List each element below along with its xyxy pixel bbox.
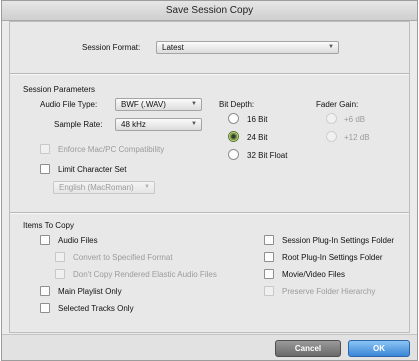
movie-video-files-label: Movie/Video Files — [282, 270, 345, 279]
bit-depth-32-label: 32 Bit Float — [247, 151, 288, 160]
main-playlist-only-checkbox[interactable] — [40, 286, 50, 296]
fader-gain-12db-radio[interactable] — [326, 131, 337, 142]
ok-button[interactable]: OK — [348, 340, 410, 357]
session-format-value: Latest — [162, 43, 184, 52]
session-parameters-heading: Session Parameters — [23, 85, 96, 94]
session-plugin-settings-label: Session Plug-In Settings Folder — [282, 236, 395, 245]
preserve-folder-hierarchy-label: Preserve Folder Hierarchy — [282, 287, 376, 296]
fader-gain-6db-label: +6 dB — [344, 115, 366, 124]
bit-depth-32-radio[interactable] — [228, 149, 239, 160]
preserve-folder-hierarchy-checkbox[interactable] — [264, 286, 274, 296]
dialog-footer: Cancel OK — [2, 334, 417, 360]
main-playlist-only-label: Main Playlist Only — [58, 287, 122, 296]
root-plugin-settings-label: Root Plug-In Settings Folder — [282, 253, 383, 262]
cancel-button[interactable]: Cancel — [275, 340, 341, 357]
fader-gain-label: Fader Gain: — [316, 100, 359, 109]
session-format-dropdown[interactable]: Latest ▼ — [156, 41, 339, 54]
limit-character-set-checkbox[interactable] — [40, 164, 50, 174]
limit-character-set-label: Limit Character Set — [58, 165, 127, 174]
sample-rate-value: 48 kHz — [121, 120, 146, 129]
enforce-mac-pc-checkbox[interactable] — [40, 144, 50, 154]
save-session-copy-dialog: Save Session Copy Session Format: Latest… — [1, 0, 418, 361]
dont-copy-elastic-label: Don't Copy Rendered Elastic Audio Files — [73, 270, 217, 279]
sample-rate-label: Sample Rate: — [54, 120, 103, 129]
chevron-down-icon: ▼ — [328, 44, 334, 50]
character-set-value: English (MacRoman) — [59, 183, 134, 192]
divider — [10, 73, 409, 75]
session-plugin-settings-checkbox[interactable] — [264, 235, 274, 245]
chevron-down-icon: ▼ — [144, 184, 150, 190]
audio-file-type-value: BWF (.WAV) — [121, 100, 166, 109]
audio-files-checkbox[interactable] — [40, 235, 50, 245]
bit-depth-16-radio[interactable] — [228, 113, 239, 124]
convert-format-checkbox[interactable] — [55, 252, 65, 262]
dialog-title: Save Session Copy — [2, 1, 417, 21]
dialog-content: Session Format: Latest ▼ Session Paramet… — [9, 21, 410, 333]
root-plugin-settings-checkbox[interactable] — [264, 252, 274, 262]
fader-gain-6db-radio[interactable] — [326, 113, 337, 124]
bit-depth-label: Bit Depth: — [219, 100, 255, 109]
selected-tracks-only-checkbox[interactable] — [40, 303, 50, 313]
chevron-down-icon: ▼ — [191, 101, 197, 107]
session-format-label: Session Format: — [82, 43, 141, 52]
bit-depth-24-radio[interactable] — [228, 131, 239, 142]
sample-rate-dropdown[interactable]: 48 kHz ▼ — [115, 118, 202, 131]
character-set-dropdown[interactable]: English (MacRoman) ▼ — [53, 181, 155, 194]
audio-file-type-label: Audio File Type: — [40, 100, 98, 109]
items-to-copy-heading: Items To Copy — [23, 221, 74, 230]
dont-copy-elastic-checkbox[interactable] — [55, 269, 65, 279]
convert-format-label: Convert to Specified Format — [73, 253, 173, 262]
selected-tracks-only-label: Selected Tracks Only — [58, 304, 134, 313]
fader-gain-12db-label: +12 dB — [344, 133, 370, 142]
chevron-down-icon: ▼ — [191, 121, 197, 127]
divider — [10, 212, 409, 214]
bit-depth-24-label: 24 Bit — [247, 133, 268, 142]
movie-video-files-checkbox[interactable] — [264, 269, 274, 279]
audio-file-type-dropdown[interactable]: BWF (.WAV) ▼ — [115, 98, 202, 111]
enforce-mac-pc-label: Enforce Mac/PC Compatibility — [58, 145, 165, 154]
bit-depth-16-label: 16 Bit — [247, 115, 268, 124]
audio-files-label: Audio Files — [58, 236, 98, 245]
